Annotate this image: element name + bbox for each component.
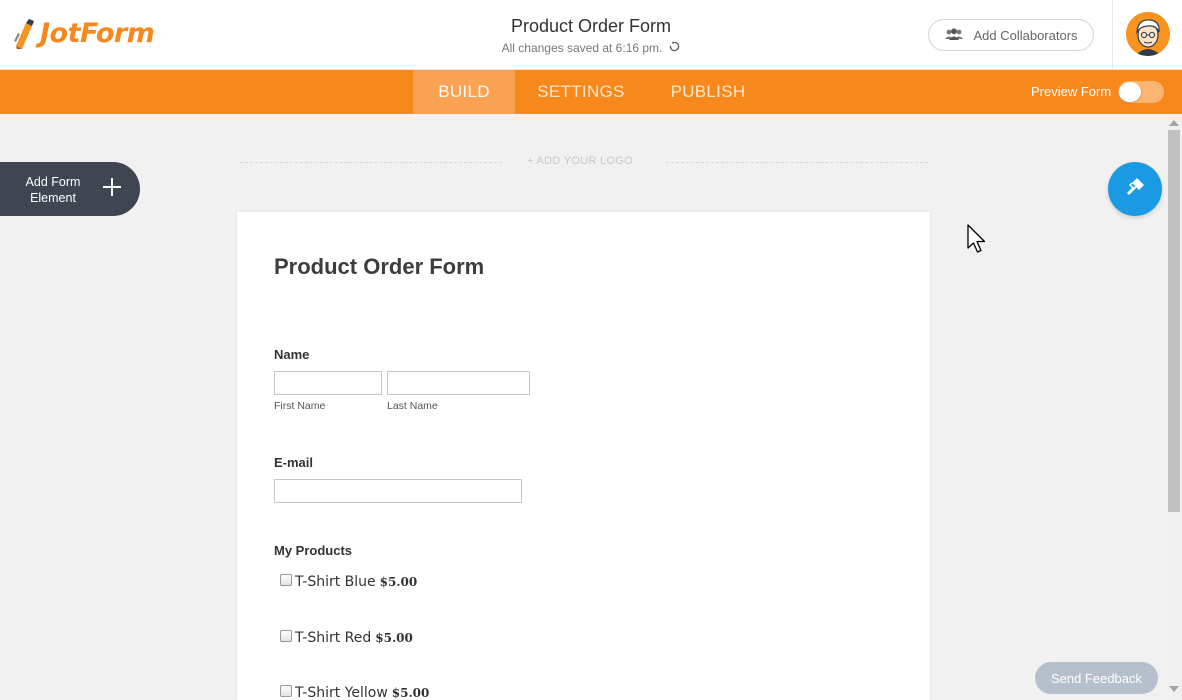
product-item: T-Shirt Red $5.00 [280,630,413,646]
add-collaborators-label: Add Collaborators [973,27,1078,43]
logo-placeholder-line-left [240,162,502,163]
product-item: T-Shirt Blue $5.00 [280,574,417,590]
add-form-element-button[interactable]: Add Form Element [0,162,140,216]
tab-settings[interactable]: SETTINGS [528,70,634,114]
header-divider [1112,0,1113,70]
last-name-sublabel: Last Name [387,400,438,412]
mouse-cursor-icon [966,224,988,261]
form-designer-button[interactable] [1108,162,1162,216]
scrollbar-thumb[interactable] [1168,130,1180,512]
product-price: $5.00 [379,575,418,589]
form-title[interactable]: Product Order Form [440,16,742,37]
scroll-up-arrow-icon[interactable] [1169,120,1179,126]
pencil-logo-icon [12,18,38,49]
tab-publish[interactable]: PUBLISH [660,70,756,114]
send-feedback-button[interactable]: Send Feedback [1035,662,1158,694]
paint-roller-icon [1123,175,1147,204]
form-card: Product Order Form Name First Name Last … [237,212,930,700]
product-price: $5.00 [375,631,413,645]
add-form-element-label: Add Form Element [25,175,81,205]
save-status: All changes saved at 6:16 pm. [440,41,742,55]
product-checkbox[interactable] [280,574,292,586]
form-title-area: Product Order Form All changes saved at … [440,16,742,55]
product-checkbox[interactable] [280,685,292,697]
first-name-input[interactable] [274,371,382,395]
product-item: T-Shirt Yellow $5.00 [280,685,429,700]
toggle-knob [1119,82,1141,102]
user-avatar[interactable] [1126,12,1170,56]
jotform-logo[interactable]: JotForm [12,18,155,49]
form-heading[interactable]: Product Order Form [274,254,484,280]
product-checkbox[interactable] [280,630,292,642]
preview-form-label: Preview Form [1031,84,1112,99]
brand-name: JotForm [40,18,155,49]
first-name-sublabel: First Name [274,400,326,412]
product-name: T-Shirt Yellow [295,685,388,700]
history-icon[interactable] [669,41,680,55]
email-label: E-mail [274,455,314,470]
add-logo-button[interactable]: + ADD YOUR LOGO [527,155,633,167]
builder-nav: BUILD SETTINGS PUBLISH Preview Form [0,70,1182,114]
add-collaborators-button[interactable]: Add Collaborators [928,19,1094,51]
name-label: Name [274,347,310,362]
last-name-input[interactable] [387,371,530,395]
logo-placeholder-line-right [666,162,928,163]
preview-form-toggle[interactable] [1118,81,1164,103]
products-label: My Products [274,543,353,558]
product-price: $5.00 [391,686,430,700]
product-name: T-Shirt Blue [295,574,376,590]
collaborators-icon [944,27,964,43]
save-status-text: All changes saved at 6:16 pm. [501,41,663,55]
plus-icon [102,174,122,202]
product-name: T-Shirt Red [295,630,372,646]
scroll-down-arrow-icon[interactable] [1169,686,1179,692]
top-header: JotForm Product Order Form All changes s… [0,0,1182,70]
email-input[interactable] [274,479,522,503]
tab-build[interactable]: BUILD [413,70,515,114]
